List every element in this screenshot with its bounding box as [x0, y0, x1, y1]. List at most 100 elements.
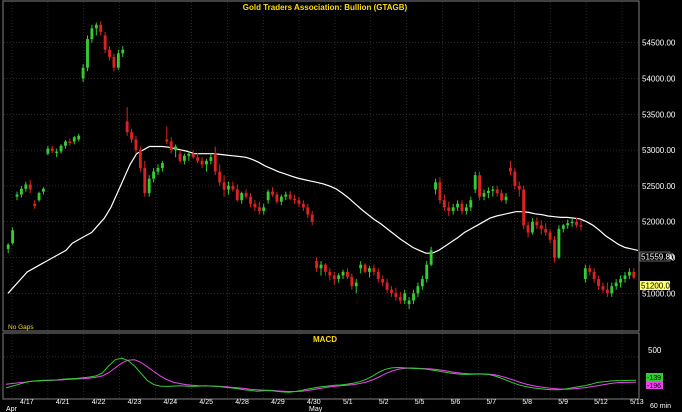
candle-body [11, 230, 15, 244]
candle-body [592, 271, 596, 280]
candle-body [86, 39, 89, 68]
candle-body [517, 185, 521, 190]
candle-body [341, 271, 345, 276]
candle-body [522, 189, 526, 226]
candle-body [434, 182, 437, 190]
month-label: May [309, 406, 323, 412]
candle-body [310, 214, 314, 222]
candle-body [37, 193, 41, 201]
candle-body [390, 289, 393, 294]
candle [86, 35, 89, 72]
candle-body [279, 196, 283, 202]
candle-body [227, 185, 230, 190]
candle-body [614, 282, 618, 287]
candle-body [169, 141, 173, 151]
x-tick-label: 4/28 [235, 399, 249, 406]
candle-body [412, 293, 415, 301]
candle-body [6, 244, 10, 249]
candle-body [553, 239, 556, 258]
candle-body [257, 207, 261, 211]
candle-body [420, 279, 424, 287]
x-tick-label: 5/5 [415, 399, 425, 406]
candle [557, 225, 561, 259]
last-price-label: 51559.80 [641, 253, 675, 262]
candle-body [293, 198, 296, 201]
candle-body [539, 225, 543, 229]
y-tick-label: 54000.00 [642, 74, 676, 83]
macd-tick-label: 500 [648, 346, 662, 355]
macd-value-label: -139 [647, 375, 661, 382]
candle-body [284, 194, 288, 197]
candle-body [143, 168, 147, 194]
chart-canvas: 51000.0051500.0052000.0052500.0053000.00… [2, 0, 676, 412]
candle-body [288, 194, 292, 199]
candle-body [271, 191, 274, 195]
candle-body [209, 157, 213, 161]
candle-body [77, 135, 81, 140]
candle-body [222, 182, 226, 190]
chart-title: Gold Traders Association: Bullion (GTAGB… [243, 3, 408, 12]
candle-body [429, 250, 433, 265]
candle-body [191, 153, 195, 158]
candle-body [442, 200, 446, 208]
candle-body [235, 189, 239, 201]
candle-body [561, 225, 565, 229]
candle-body [94, 24, 98, 29]
candle-body [509, 168, 512, 172]
candle-body [478, 175, 482, 197]
candle-body [315, 261, 319, 269]
candle-body [372, 268, 376, 272]
candle-body [535, 221, 539, 226]
chart-window: 51000.0051500.0052000.0052500.0053000.00… [0, 0, 682, 412]
x-tick-label: 5/12 [594, 399, 608, 406]
candle-body [346, 271, 349, 277]
candle-body [249, 196, 252, 204]
candle-body [579, 225, 583, 227]
candle-body [350, 276, 354, 287]
candle-body [19, 188, 23, 195]
candle-body [601, 286, 605, 290]
candle-body [178, 153, 182, 161]
candle-body [231, 185, 235, 190]
x-tick-label: 4/25 [199, 399, 213, 406]
candle-body [438, 182, 442, 201]
candle-body [588, 268, 592, 272]
y-tick-label: 52500.00 [642, 182, 676, 191]
candle [37, 191, 41, 202]
month-label: Apr [6, 406, 18, 412]
price-panel [2, 0, 640, 332]
x-tick-label: 5/9 [558, 399, 568, 406]
macd-title: MACD [313, 335, 337, 344]
candle-body [306, 207, 310, 215]
current-price-label: 51200.00 [641, 282, 675, 291]
candle-body [28, 184, 32, 190]
candle-body [116, 53, 120, 68]
candle-body [416, 286, 420, 294]
x-tick-label: 4/21 [56, 399, 70, 406]
candle-body [500, 193, 504, 201]
candle-body [244, 193, 248, 197]
candle-body [610, 286, 614, 294]
candle-body [108, 49, 111, 57]
candle-body [619, 279, 623, 283]
candle-body [72, 137, 76, 142]
candle-body [103, 35, 107, 50]
candle-body [597, 279, 600, 287]
candle [522, 185, 526, 229]
candle-body [557, 228, 561, 258]
candle-body [275, 194, 279, 202]
candle [138, 146, 142, 172]
candle-body [50, 148, 54, 151]
candle-body [486, 190, 490, 194]
y-tick-label: 53000.00 [642, 146, 676, 155]
x-tick-label: 5/1 [343, 399, 353, 406]
candle-body [138, 150, 142, 168]
candle-body [548, 232, 552, 240]
signal-value-label: -196 [647, 383, 661, 390]
interval-label: 60 min [650, 403, 671, 410]
candle-body [33, 203, 37, 206]
candle-body [632, 271, 636, 278]
candle-body [64, 141, 67, 146]
candle-body [385, 282, 389, 290]
candle-body [328, 271, 332, 276]
